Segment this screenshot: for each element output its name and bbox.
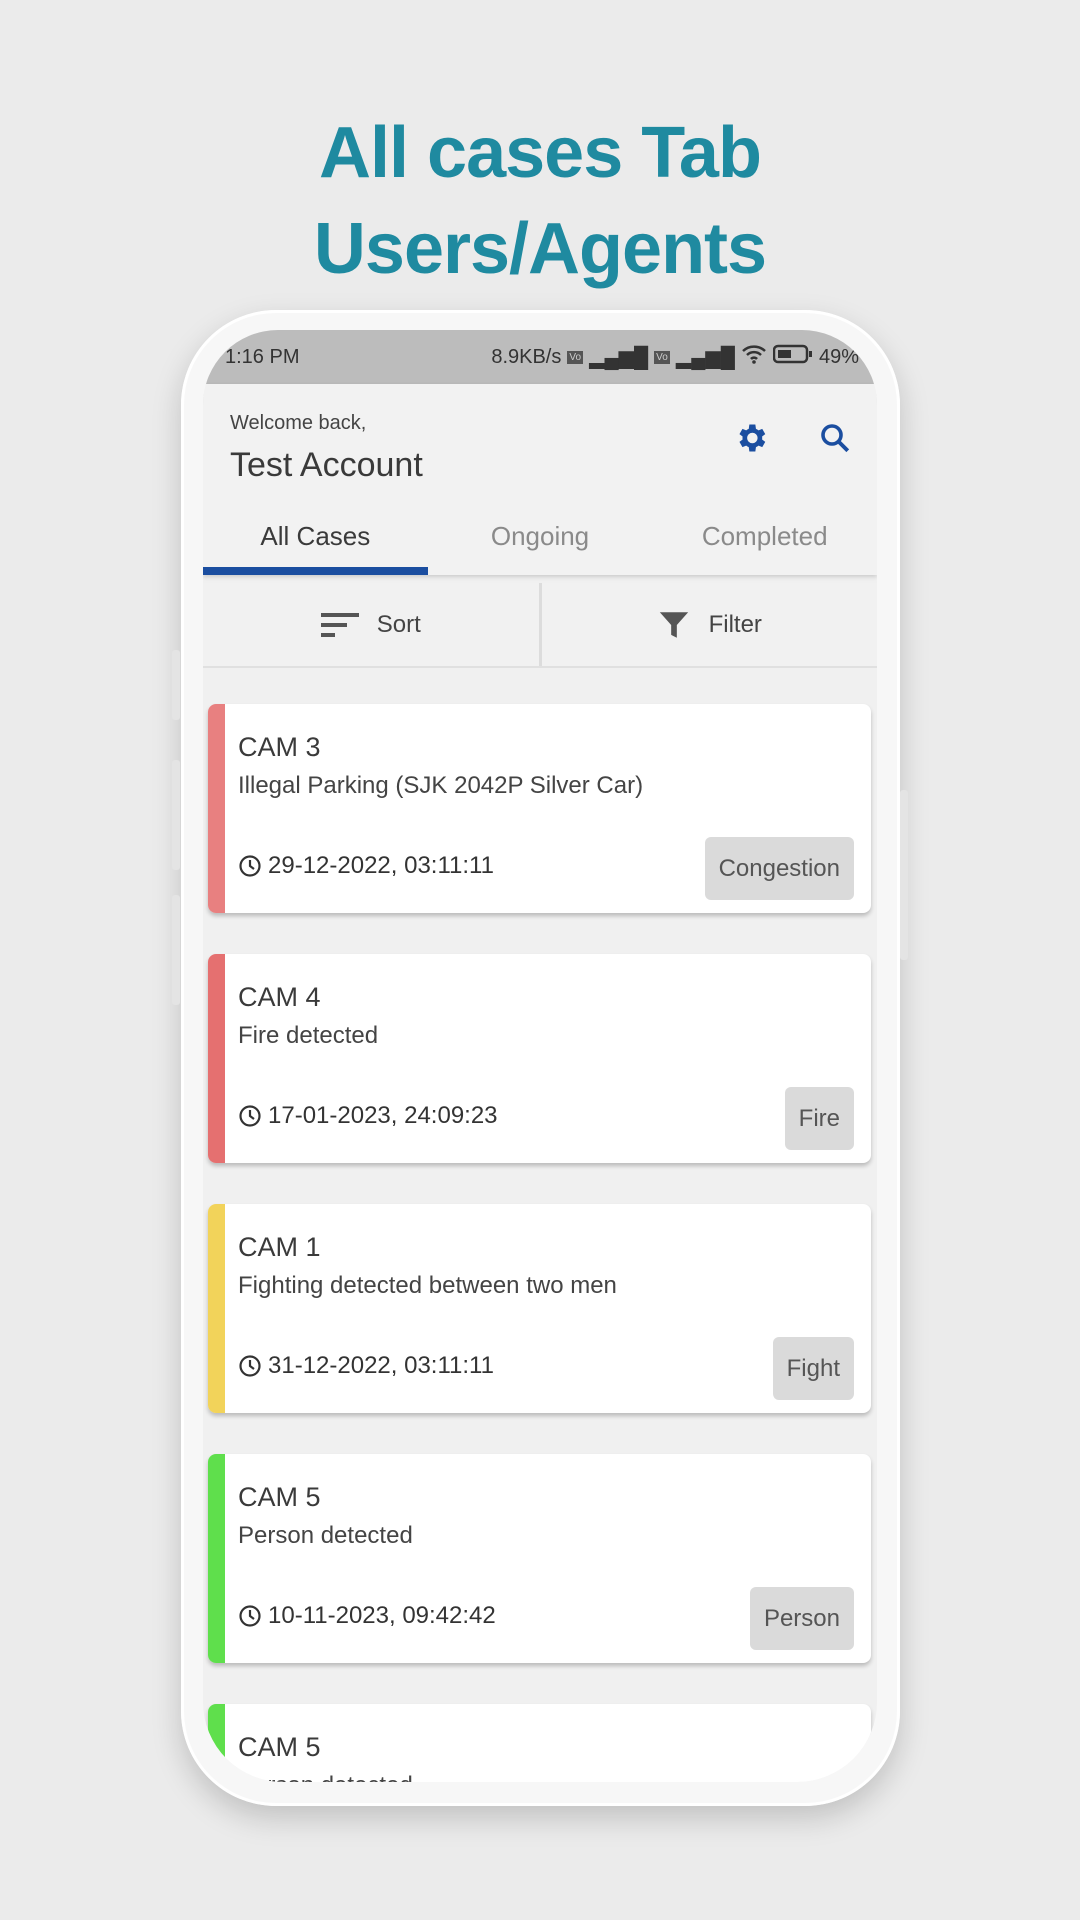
case-camera: CAM 5 [238, 1482, 321, 1512]
case-datetime-text: 17-01-2023, 24:09:23 [268, 1102, 498, 1129]
tab-ongoing[interactable]: Ongoing [428, 508, 653, 575]
case-camera: CAM 1 [238, 1232, 321, 1262]
case-datetime: 31-12-2022, 03:11:11 [238, 1352, 494, 1380]
welcome-text: Welcome back, [230, 412, 367, 434]
tab-completed[interactable]: Completed [652, 508, 877, 575]
phone-power-button [900, 790, 908, 960]
case-datetime: 29-12-2022, 03:11:11 [238, 852, 494, 880]
severity-stripe [208, 1454, 225, 1663]
severity-stripe [208, 1204, 225, 1413]
filter-button[interactable]: Filter [542, 583, 878, 666]
case-datetime-text: 31-12-2022, 03:11:11 [268, 1352, 494, 1379]
network-speed: 8.9KB/s [491, 345, 562, 368]
sort-filter-bar: Sort Filter [203, 583, 877, 668]
case-tag[interactable]: Fight [772, 1337, 854, 1400]
tab-all-cases[interactable]: All Cases [203, 508, 428, 575]
sort-icon [320, 612, 359, 637]
clock-icon [239, 1355, 261, 1377]
severity-stripe [208, 1704, 225, 1782]
case-tag[interactable]: Congestion [704, 837, 854, 900]
volte-icon: Vo [654, 350, 670, 364]
case-card[interactable]: CAM 5 Person detected 10-11-2023, 09:42:… [208, 1454, 871, 1663]
phone-side-button [172, 650, 180, 720]
signal-icon: ▂▄▆█ [589, 346, 649, 369]
case-camera: CAM 3 [238, 732, 321, 762]
volte-icon: Vo [567, 350, 584, 364]
sort-label: Sort [376, 610, 421, 638]
app-header: Welcome back, Test Account All Cases Ong… [203, 384, 877, 575]
search-icon[interactable] [817, 420, 853, 461]
case-tabs: All Cases Ongoing Completed [203, 508, 877, 575]
case-description: Fighting detected between two men [238, 1272, 617, 1299]
case-datetime-text: 29-12-2022, 03:11:11 [268, 852, 494, 879]
status-bar: 1:16 PM 8.9KB/s Vo ▂▄▆█ Vo ▂▄▆█ 49% [203, 330, 877, 384]
clock-icon [239, 855, 261, 877]
case-card[interactable]: CAM 3 Illegal Parking (SJK 2042P Silver … [208, 704, 871, 913]
filter-icon [659, 611, 688, 638]
case-card[interactable]: CAM 4 Fire detected 17-01-2023, 24:09:23… [208, 954, 871, 1163]
case-tag[interactable]: Person [749, 1587, 854, 1650]
severity-stripe [208, 954, 225, 1163]
case-description: Fire detected [238, 1022, 379, 1049]
filter-label: Filter [708, 610, 762, 638]
clock-icon [239, 1105, 261, 1127]
case-camera: CAM 4 [238, 982, 321, 1012]
case-card[interactable]: CAM 5 Person detected [208, 1704, 871, 1782]
case-datetime: 17-01-2023, 24:09:23 [238, 1102, 498, 1130]
phone-side-button [172, 895, 180, 1005]
case-camera: CAM 5 [238, 1732, 321, 1762]
gear-icon[interactable] [733, 420, 769, 461]
status-time: 1:16 PM [225, 345, 300, 368]
battery-icon [772, 344, 813, 370]
account-name: Test Account [230, 446, 423, 484]
case-description: Person detected [238, 1772, 413, 1782]
headline-line-2: Users/Agents [313, 209, 767, 289]
case-description: Illegal Parking (SJK 2042P Silver Car) [238, 772, 644, 799]
case-description: Person detected [238, 1522, 413, 1549]
case-card[interactable]: CAM 1 Fighting detected between two men … [208, 1204, 871, 1413]
case-tag[interactable]: Fire [784, 1087, 854, 1150]
signal-icon: ▂▄▆█ [675, 346, 735, 369]
case-datetime-text: 10-11-2023, 09:42:42 [268, 1602, 496, 1629]
sort-button[interactable]: Sort [203, 583, 542, 666]
app-screen: 1:16 PM 8.9KB/s Vo ▂▄▆█ Vo ▂▄▆█ 49% Welc… [203, 330, 877, 1782]
severity-stripe [208, 704, 225, 913]
headline-line-1: All cases Tab [319, 113, 762, 193]
clock-icon [239, 1605, 261, 1627]
case-datetime: 10-11-2023, 09:42:42 [238, 1602, 496, 1630]
phone-side-button [172, 760, 180, 870]
wifi-icon [741, 344, 767, 370]
